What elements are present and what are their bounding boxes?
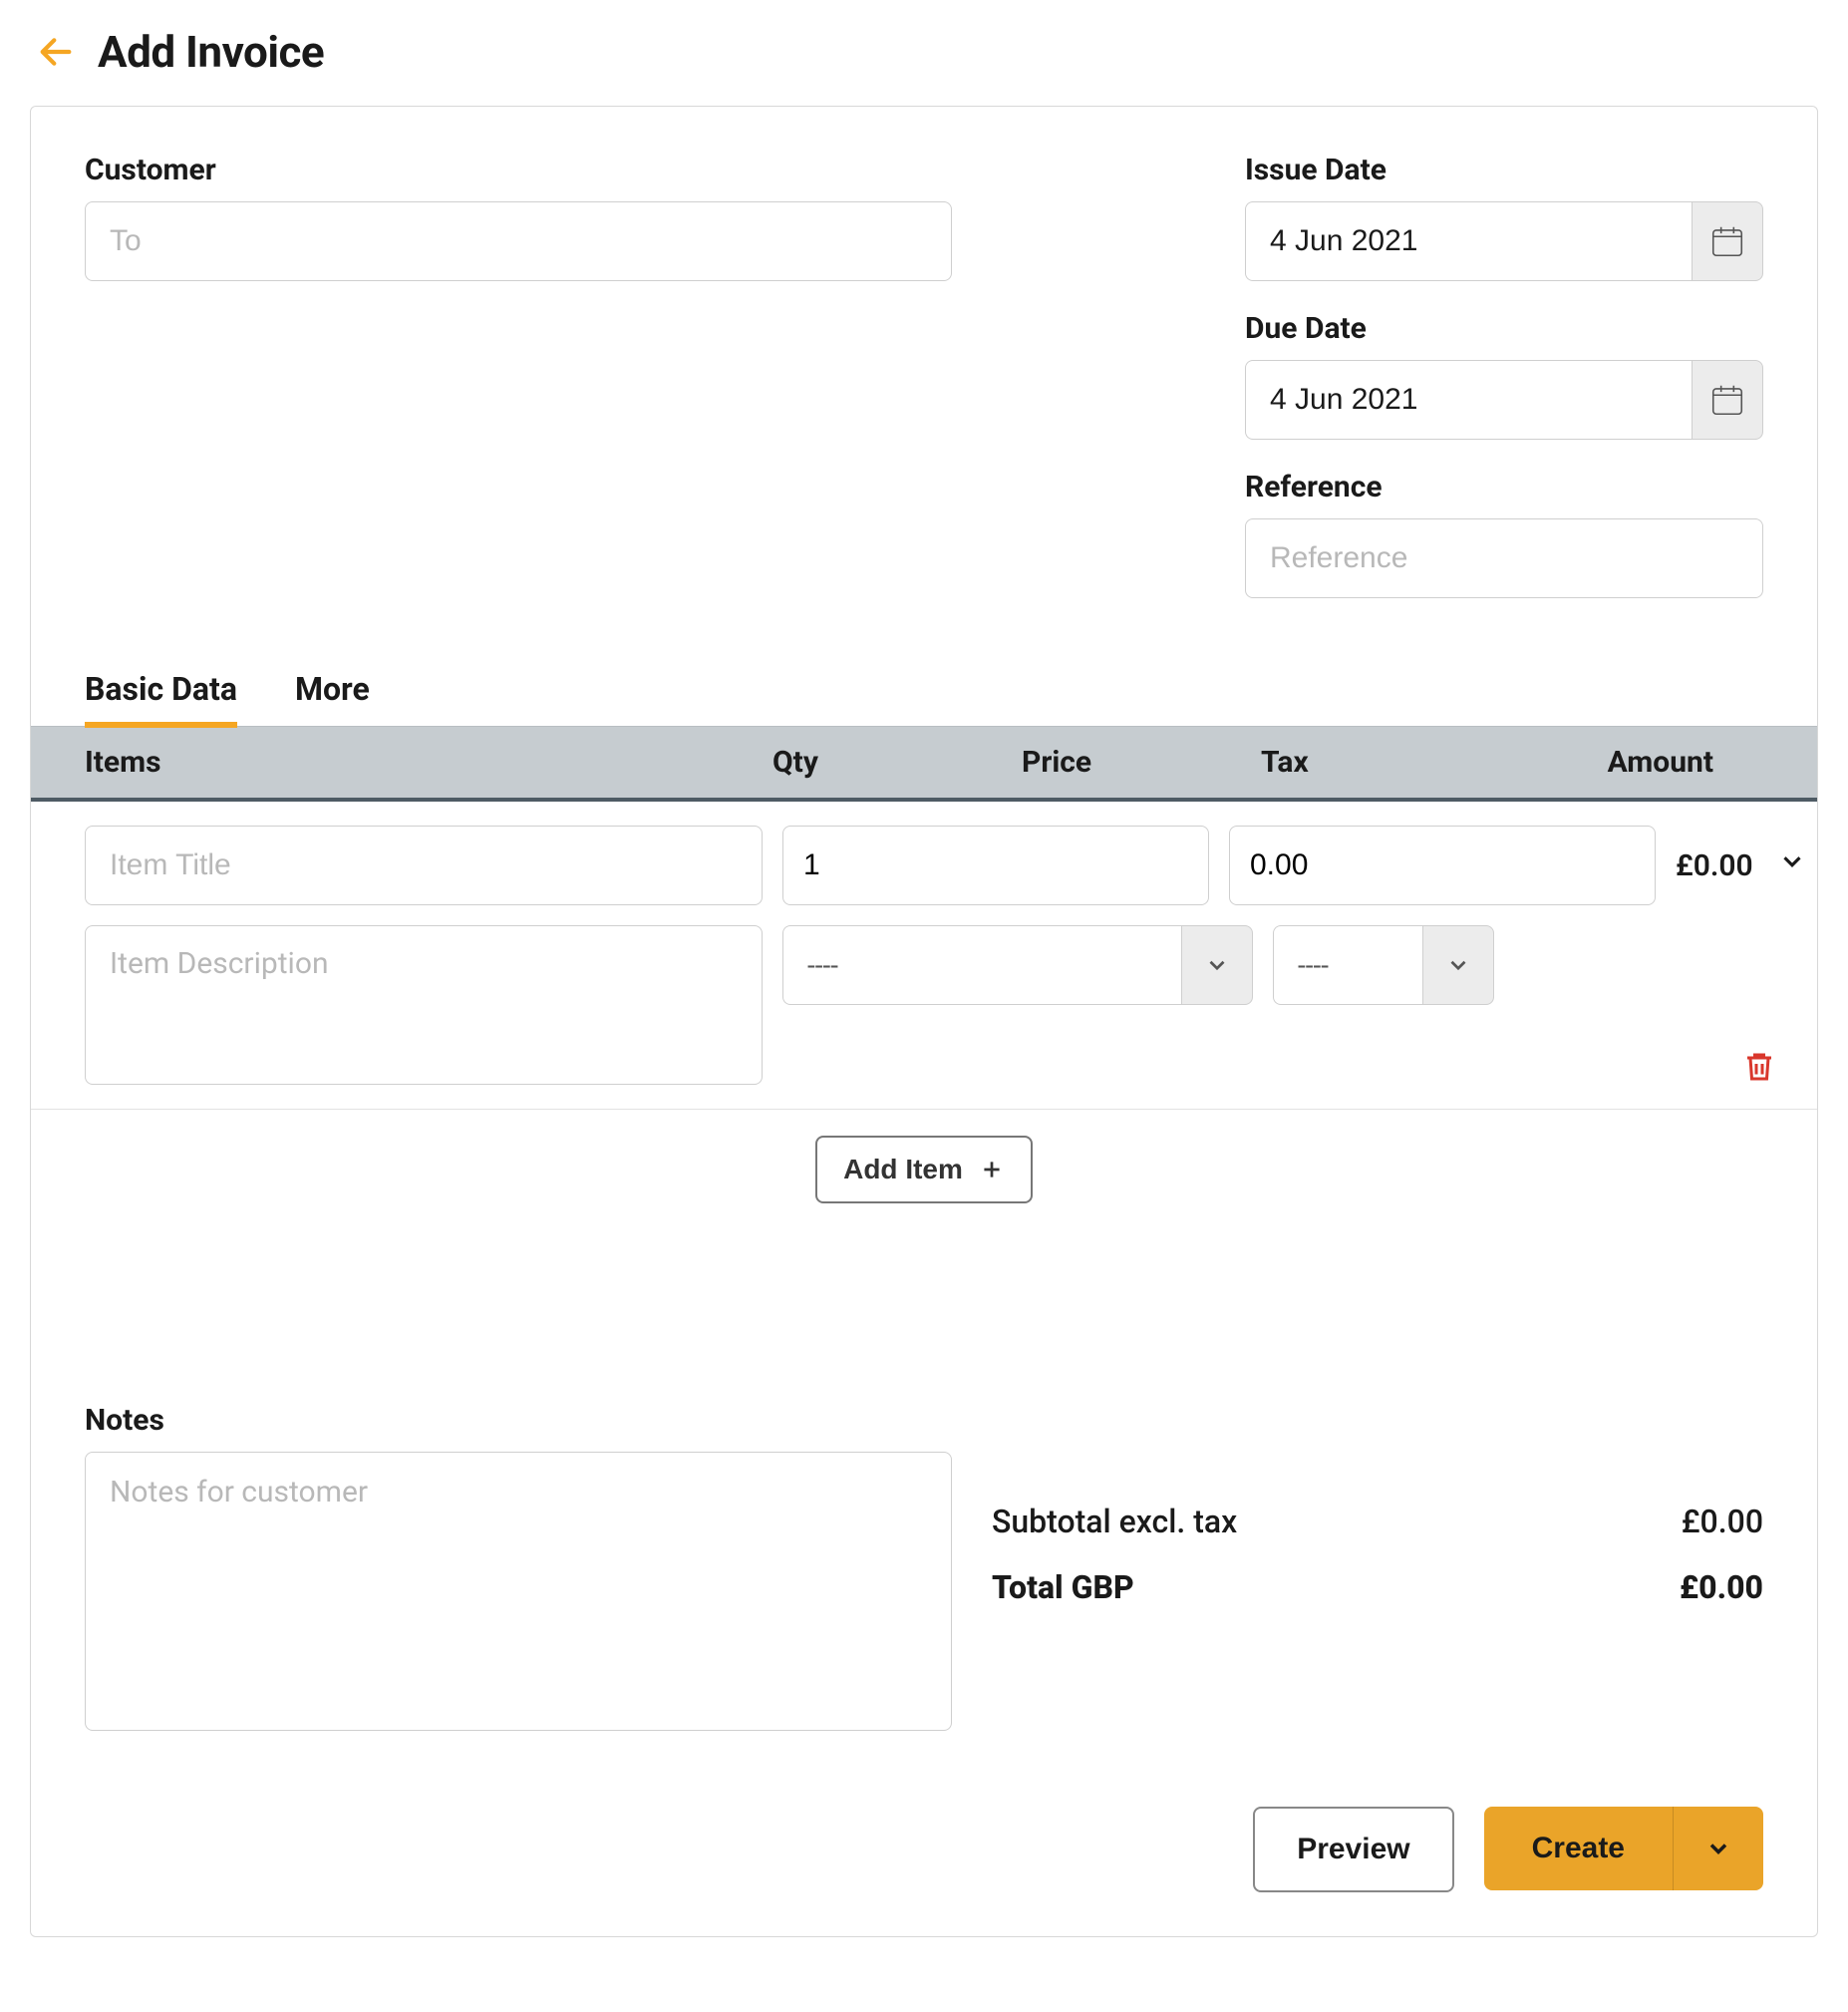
create-button-group: Create <box>1484 1807 1763 1890</box>
notes-section: Notes <box>85 1403 952 1735</box>
item-qty-input[interactable] <box>782 826 1209 905</box>
col-qty: Qty <box>772 745 1022 780</box>
due-date-input[interactable] <box>1245 360 1692 440</box>
col-price: Price <box>1022 745 1261 780</box>
add-item-row: Add Item <box>31 1110 1817 1213</box>
page-title: Add Invoice <box>98 26 324 78</box>
calendar-icon <box>1708 222 1746 260</box>
customer-input[interactable] <box>85 201 952 281</box>
delete-item-button[interactable] <box>1741 1047 1777 1091</box>
form-top: Customer Issue Date Due Date <box>31 107 1817 618</box>
item-expand-toggle[interactable] <box>1777 846 1807 884</box>
issue-date-input[interactable] <box>1245 201 1692 281</box>
trash-icon <box>1741 1047 1777 1087</box>
item-amount-value: £0.00 <box>1676 848 1753 883</box>
item-category-select[interactable]: ---- <box>782 925 1253 1005</box>
due-date-field: Due Date <box>1245 311 1763 440</box>
preview-button[interactable]: Preview <box>1253 1807 1453 1892</box>
due-date-picker-button[interactable] <box>1692 360 1763 440</box>
chevron-down-icon <box>1445 952 1471 978</box>
item-description-input[interactable] <box>85 925 763 1085</box>
item-category-toggle[interactable] <box>1181 925 1253 1005</box>
reference-label: Reference <box>1245 470 1763 504</box>
totals-section: Subtotal excl. tax £0.00 Total GBP £0.00 <box>992 1403 1763 1735</box>
subtotal-row: Subtotal excl. tax £0.00 <box>992 1503 1763 1540</box>
reference-field: Reference <box>1245 470 1763 598</box>
due-date-label: Due Date <box>1245 311 1763 346</box>
col-items: Items <box>85 745 772 780</box>
tab-basic-data[interactable]: Basic Data <box>85 658 237 728</box>
page-header: Add Invoice <box>34 26 1818 78</box>
total-row: Total GBP £0.00 <box>992 1568 1763 1606</box>
total-value: £0.00 <box>1680 1568 1763 1606</box>
col-amount: Amount <box>1510 745 1763 780</box>
total-label: Total GBP <box>992 1568 1134 1606</box>
item-price-input[interactable] <box>1229 826 1656 905</box>
issue-date-field: Issue Date <box>1245 153 1763 281</box>
chevron-down-icon <box>1204 952 1230 978</box>
chevron-down-icon <box>1704 1835 1732 1862</box>
invoice-card: Customer Issue Date Due Date <box>30 106 1818 1937</box>
notes-input[interactable] <box>85 1452 952 1731</box>
item-title-input[interactable] <box>85 826 763 905</box>
item-tax-value: ---- <box>1273 925 1422 1005</box>
create-dropdown-button[interactable] <box>1674 1807 1763 1890</box>
item-tax-select[interactable]: ---- <box>1273 925 1494 1005</box>
item-tax-toggle[interactable] <box>1422 925 1494 1005</box>
item-amount: £0.00 <box>1676 846 1807 884</box>
chevron-down-icon <box>1777 846 1807 876</box>
create-button[interactable]: Create <box>1484 1807 1674 1890</box>
issue-date-picker-button[interactable] <box>1692 201 1763 281</box>
footer-actions: Preview Create <box>31 1775 1817 1936</box>
bottom-area: Notes Subtotal excl. tax £0.00 Total GBP… <box>31 1213 1817 1775</box>
tabs: Basic Data More <box>31 658 1817 728</box>
add-item-label: Add Item <box>843 1154 963 1185</box>
reference-input[interactable] <box>1245 518 1763 598</box>
notes-label: Notes <box>85 1403 952 1438</box>
subtotal-value: £0.00 <box>1682 1503 1763 1540</box>
back-button[interactable] <box>34 30 78 74</box>
plus-icon <box>979 1157 1005 1182</box>
customer-label: Customer <box>85 153 952 187</box>
arrow-left-icon <box>36 32 76 72</box>
subtotal-label: Subtotal excl. tax <box>992 1503 1237 1540</box>
item-category-value: ---- <box>782 925 1181 1005</box>
customer-section: Customer <box>85 153 952 598</box>
add-item-button[interactable]: Add Item <box>815 1136 1033 1203</box>
issue-date-label: Issue Date <box>1245 153 1763 187</box>
col-tax: Tax <box>1261 745 1510 780</box>
calendar-icon <box>1708 381 1746 419</box>
tab-more[interactable]: More <box>295 658 370 728</box>
meta-section: Issue Date Due Date <box>1245 153 1763 598</box>
line-item: £0.00 ---- ---- <box>31 802 1817 1110</box>
items-table-header: Items Qty Price Tax Amount <box>31 726 1817 802</box>
